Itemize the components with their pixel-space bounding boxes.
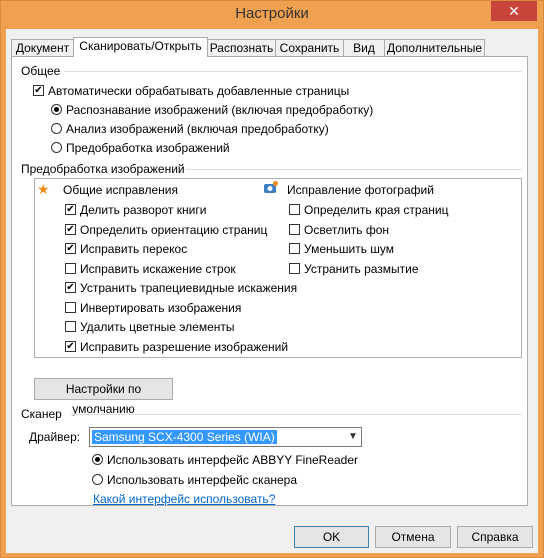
checkbox-label: Делить разворот книги [80, 203, 207, 217]
star-icon: ★ [37, 181, 50, 197]
radio-circle [51, 142, 62, 153]
checkbox-box: ✔ [65, 243, 76, 254]
tab-document[interactable]: Документ [11, 39, 74, 56]
radio-circle [51, 123, 62, 134]
checkbox-box [65, 302, 76, 313]
checkbox-label: Осветлить фон [304, 223, 390, 237]
checkbox-label: Исправить искажение строк [80, 262, 236, 276]
driver-value: Samsung SCX-4300 Series (WIA) [92, 430, 277, 444]
checkbox-box: ✔ [65, 224, 76, 235]
tab-scan-open[interactable]: Сканировать/Открыть [73, 37, 208, 57]
help-button[interactable]: Справка [457, 526, 533, 548]
ok-button[interactable]: OK [294, 526, 369, 548]
checkbox-label: Исправить перекос [80, 242, 188, 256]
checkbox-box [65, 263, 76, 274]
camera-icon [264, 181, 278, 194]
preprocess-divider [186, 169, 522, 170]
checkbox-label: Устранить трапециевидные искажения [80, 281, 298, 295]
close-button[interactable]: ✕ [491, 1, 537, 21]
driver-label: Драйвер: [29, 430, 81, 444]
tab-panel: Общее ✔ Автоматически обрабатывать добав… [11, 56, 528, 506]
checkbox-box: ✔ [65, 341, 76, 352]
driver-select[interactable]: Samsung SCX-4300 Series (WIA) ▼ [89, 427, 362, 447]
common-fixes-title: Общие исправления [63, 183, 178, 197]
settings-window: Настройки ✕ Документ Сканировать/Открыть… [0, 0, 544, 558]
defaults-button[interactable]: Настройки по умолчанию [34, 378, 173, 416]
general-divider [64, 71, 522, 72]
radio-label: Использовать интерфейс ABBYY FineReader [107, 453, 359, 467]
scanner-divider [70, 414, 522, 415]
radio-circle [92, 454, 103, 465]
radio-circle [51, 104, 62, 115]
checkbox-box [289, 224, 300, 235]
checkbox-box [65, 321, 76, 332]
tab-view[interactable]: Вид [343, 39, 385, 56]
cancel-button[interactable]: Отмена [375, 526, 451, 548]
window-title: Настройки [235, 5, 309, 22]
radio-label: Распознавание изображений (включая предо… [66, 103, 374, 117]
radio-circle [92, 474, 103, 485]
dialog-client: Документ Сканировать/Открыть Распознать … [6, 29, 538, 553]
checkbox-label: Определить края страниц [304, 203, 449, 217]
checkbox-label: Уменьшить шум [304, 242, 395, 256]
radio-label: Анализ изображений (включая предобработк… [66, 122, 329, 136]
checkbox-label: Инвертировать изображения [80, 301, 242, 315]
checkbox-box: ✔ [65, 204, 76, 215]
photo-fixes-title: Исправление фотографий [287, 183, 434, 197]
radio-label: Предобработка изображений [66, 141, 230, 155]
title-bar[interactable]: Настройки ✕ [1, 1, 543, 29]
tab-advanced[interactable]: Дополнительные [384, 39, 485, 56]
preprocess-options-frame: ★ Общие исправления ✔ Делить разворот кн… [34, 178, 522, 358]
general-group-title: Общее [21, 64, 61, 78]
which-interface-link[interactable]: Какой интерфейс использовать? [93, 492, 275, 506]
tab-save[interactable]: Сохранить [275, 39, 344, 56]
checkbox-label: Устранить размытие [304, 262, 419, 276]
checkbox-box [289, 204, 300, 215]
auto-process-label: Автоматически обрабатывать добавленные с… [48, 84, 350, 98]
chevron-down-icon: ▼ [348, 431, 358, 442]
checkbox-box: ✔ [33, 85, 44, 96]
checkbox-label: Определить ориентацию страниц [80, 223, 268, 237]
checkbox-box [289, 263, 300, 274]
preprocess-group-title: Предобработка изображений [21, 162, 185, 176]
radio-label: Использовать интерфейс сканера [107, 473, 298, 487]
checkbox-label: Исправить разрешение изображений [80, 340, 289, 354]
checkbox-label: Удалить цветные элементы [80, 320, 235, 334]
checkbox-box: ✔ [65, 282, 76, 293]
checkbox-box [289, 243, 300, 254]
tab-recognize[interactable]: Распознать [207, 39, 276, 56]
scanner-group-title: Сканер [21, 407, 62, 421]
